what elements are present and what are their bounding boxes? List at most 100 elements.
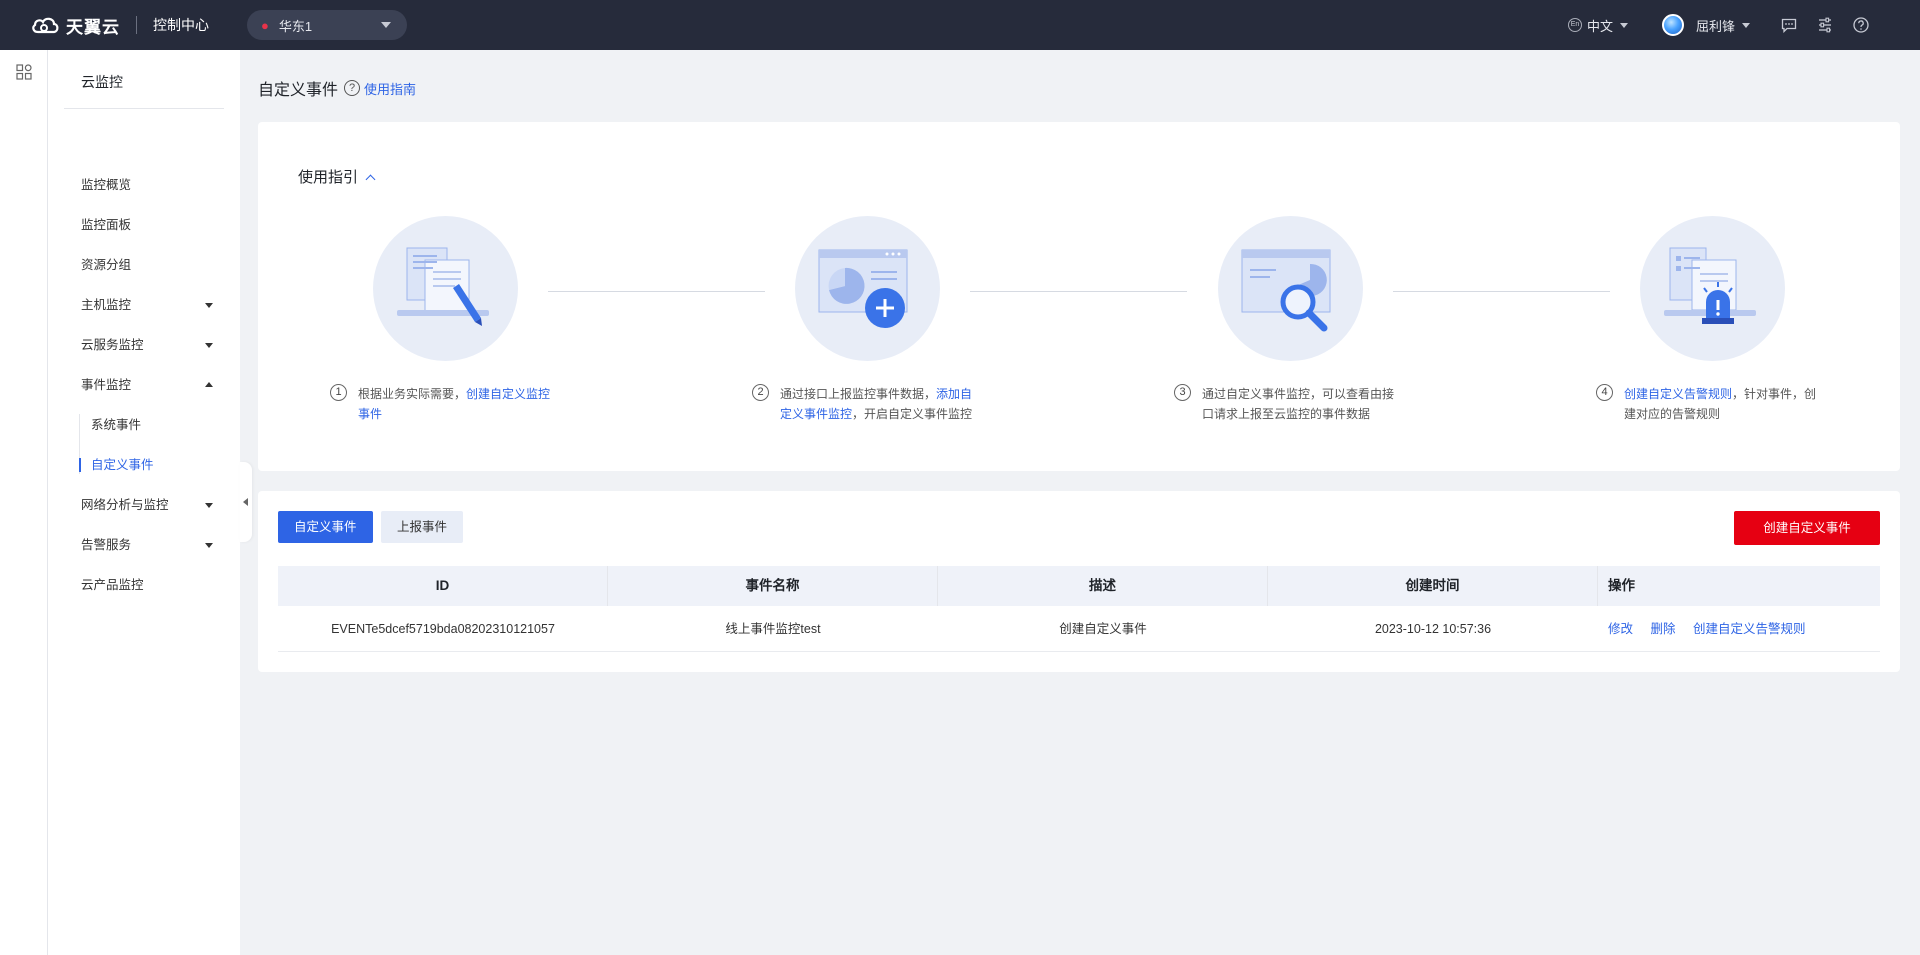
chevron-down-icon bbox=[1742, 22, 1750, 28]
event-created-time-cell: 2023-10-12 10:57:36 bbox=[1374, 622, 1492, 636]
table-row: EVENTe5dcef5719bda08202310121057 线上事件监控t… bbox=[278, 606, 1880, 652]
username: 屈利锋 bbox=[1695, 18, 1735, 34]
sidebar: 云监控 监控概览 监控面板 资源分组 主机监控 云服务监控 事件监控 系统事件 … bbox=[48, 50, 240, 955]
guide-step-3: 3 通过自定义事件监控，可以查看由接口请求上报至云监控的事件数据 bbox=[1174, 384, 1404, 424]
usage-guide-link[interactable]: 使用指南 bbox=[364, 79, 416, 98]
event-actions-cell: 修改 删除 创建自定义告警规则 bbox=[1598, 606, 1880, 652]
step-connector bbox=[970, 291, 1187, 292]
guide-step-1: 1 根据业务实际需要，创建自定义监控事件 bbox=[330, 384, 560, 424]
language-label: 中文 bbox=[1586, 18, 1613, 34]
step-connector bbox=[1393, 291, 1610, 292]
topbar-divider bbox=[136, 16, 137, 34]
chevron-down-icon bbox=[1619, 22, 1628, 28]
step-number: 4 bbox=[1596, 384, 1613, 401]
sidebar-item-label: 资源分组 bbox=[81, 258, 132, 272]
settings-sliders-icon[interactable] bbox=[1816, 16, 1834, 34]
sidebar-item-label: 监控面板 bbox=[81, 218, 132, 232]
chevron-down-icon bbox=[205, 343, 213, 348]
sidebar-item-dashboard[interactable]: 监控面板 bbox=[81, 210, 221, 240]
sidebar-item-label: 云服务监控 bbox=[81, 338, 144, 352]
sidebar-item-resource-group[interactable]: 资源分组 bbox=[81, 250, 221, 280]
chevron-down-icon bbox=[205, 543, 213, 548]
top-navbar: 天翼云 控制中心 ● 华东1 En 中文 屈利锋 bbox=[0, 0, 1920, 50]
page-title: 自定义事件 ? 使用指南 bbox=[258, 76, 416, 100]
guide-toggle[interactable]: 使用指引 bbox=[298, 166, 376, 187]
sidebar-item-event-monitor[interactable]: 事件监控 bbox=[81, 370, 221, 400]
sidebar-item-label: 告警服务 bbox=[81, 538, 132, 552]
edit-link[interactable]: 修改 bbox=[1608, 622, 1633, 636]
column-header-event-name: 事件名称 bbox=[608, 566, 938, 606]
sidebar-collapse-toggle[interactable] bbox=[240, 462, 252, 542]
document-edit-icon bbox=[397, 247, 489, 326]
cloud-logo-icon bbox=[32, 17, 59, 34]
table-header: ID 事件名称 描述 创建时间 操作 bbox=[278, 566, 1880, 606]
help-icon[interactable]: ? bbox=[344, 80, 361, 96]
tab-custom-events[interactable]: 自定义事件 bbox=[278, 511, 373, 543]
event-table: ID 事件名称 描述 创建时间 操作 EVENTe5dcef5719bda082… bbox=[278, 566, 1880, 652]
create-custom-alarm-rule-link[interactable]: 创建自定义告警规则 bbox=[1624, 387, 1732, 401]
sidebar-item-cloud-product-monitor[interactable]: 云产品监控 bbox=[81, 570, 221, 600]
usage-guide-panel: 使用指引 1 根据业务实际需要，创建自定义监控事件 2 通过接口上报监控事件数据… bbox=[258, 122, 1900, 471]
event-name-cell: 线上事件监控test bbox=[725, 622, 821, 636]
column-header-description: 描述 bbox=[938, 566, 1268, 606]
column-header-actions: 操作 bbox=[1608, 578, 1635, 593]
sidebar-item-label: 云产品监控 bbox=[81, 578, 144, 592]
step-number: 1 bbox=[330, 384, 347, 401]
create-custom-event-button[interactable]: 创建自定义事件 bbox=[1734, 511, 1880, 545]
sidebar-item-label: 事件监控 bbox=[81, 378, 132, 392]
chart-add-icon bbox=[818, 249, 908, 328]
chart-search-icon bbox=[1241, 249, 1331, 332]
step-1-illustration bbox=[373, 216, 518, 361]
sidebar-item-system-event[interactable]: 系统事件 bbox=[91, 410, 141, 440]
region-label: 华东1 bbox=[278, 18, 313, 34]
user-menu[interactable]: 屈利锋 bbox=[1661, 14, 1750, 36]
guide-step-4: 4 创建自定义告警规则，针对事件，创建对应的告警规则 bbox=[1596, 384, 1826, 424]
step-4-illustration bbox=[1640, 216, 1785, 361]
chevron-up-icon bbox=[205, 382, 213, 387]
step-text: 根据业务实际需要， bbox=[358, 387, 467, 401]
brand-logo[interactable]: 天翼云 bbox=[30, 13, 120, 38]
step-number: 2 bbox=[752, 384, 769, 401]
page-title-text: 自定义事件 bbox=[258, 82, 339, 99]
region-selector[interactable]: ● 华东1 bbox=[247, 10, 407, 40]
sidebar-divider bbox=[64, 108, 224, 109]
message-icon[interactable] bbox=[1780, 16, 1798, 34]
console-title[interactable]: 控制中心 bbox=[153, 15, 209, 35]
guide-title: 使用指引 bbox=[298, 169, 359, 186]
step-text: 通过自定义事件监控，可以查看由接口请求上报至云监控的事件数据 bbox=[1202, 387, 1395, 421]
column-header-id: ID bbox=[278, 566, 608, 606]
sidebar-title: 云监控 bbox=[81, 74, 123, 90]
chevron-up-icon bbox=[365, 174, 376, 184]
app-rail bbox=[0, 50, 48, 955]
brand-name: 天翼云 bbox=[66, 17, 120, 37]
location-pin-icon: ● bbox=[261, 17, 269, 33]
step-3-illustration bbox=[1218, 216, 1363, 361]
sidebar-item-network-analysis[interactable]: 网络分析与监控 bbox=[81, 490, 221, 520]
sidebar-item-cloud-service-monitor[interactable]: 云服务监控 bbox=[81, 330, 221, 360]
sidebar-item-custom-event[interactable]: 自定义事件 bbox=[91, 450, 154, 480]
submenu-active-indicator bbox=[79, 458, 81, 472]
apps-grid-icon[interactable] bbox=[16, 64, 32, 83]
help-icon[interactable] bbox=[1852, 16, 1870, 34]
guide-step-2: 2 通过接口上报监控事件数据，添加自定义事件监控，开启自定义事件监控 bbox=[752, 384, 982, 424]
chevron-down-icon bbox=[205, 503, 213, 508]
language-icon: En bbox=[1567, 18, 1582, 32]
sidebar-item-host-monitor[interactable]: 主机监控 bbox=[81, 290, 221, 320]
sidebar-item-label: 网络分析与监控 bbox=[81, 498, 169, 512]
sidebar-item-alarm-service[interactable]: 告警服务 bbox=[81, 530, 221, 560]
event-description-cell: 创建自定义事件 bbox=[1059, 622, 1147, 636]
event-id-cell: EVENTe5dcef5719bda08202310121057 bbox=[331, 622, 555, 636]
avatar bbox=[1661, 14, 1684, 36]
step-text: 通过接口上报监控事件数据， bbox=[780, 387, 937, 401]
sidebar-item-overview[interactable]: 监控概览 bbox=[81, 170, 221, 200]
language-selector[interactable]: En 中文 bbox=[1567, 16, 1628, 35]
step-number: 3 bbox=[1174, 384, 1191, 401]
column-header-created-time: 创建时间 bbox=[1268, 566, 1598, 606]
alarm-rule-icon bbox=[1664, 247, 1756, 324]
delete-link[interactable]: 删除 bbox=[1651, 622, 1676, 636]
create-alarm-rule-link[interactable]: 创建自定义告警规则 bbox=[1693, 622, 1806, 636]
step-text: ，开启自定义事件监控 bbox=[852, 407, 973, 421]
sidebar-item-label: 主机监控 bbox=[81, 298, 132, 312]
tab-reported-events[interactable]: 上报事件 bbox=[381, 511, 464, 543]
step-2-illustration bbox=[795, 216, 940, 361]
